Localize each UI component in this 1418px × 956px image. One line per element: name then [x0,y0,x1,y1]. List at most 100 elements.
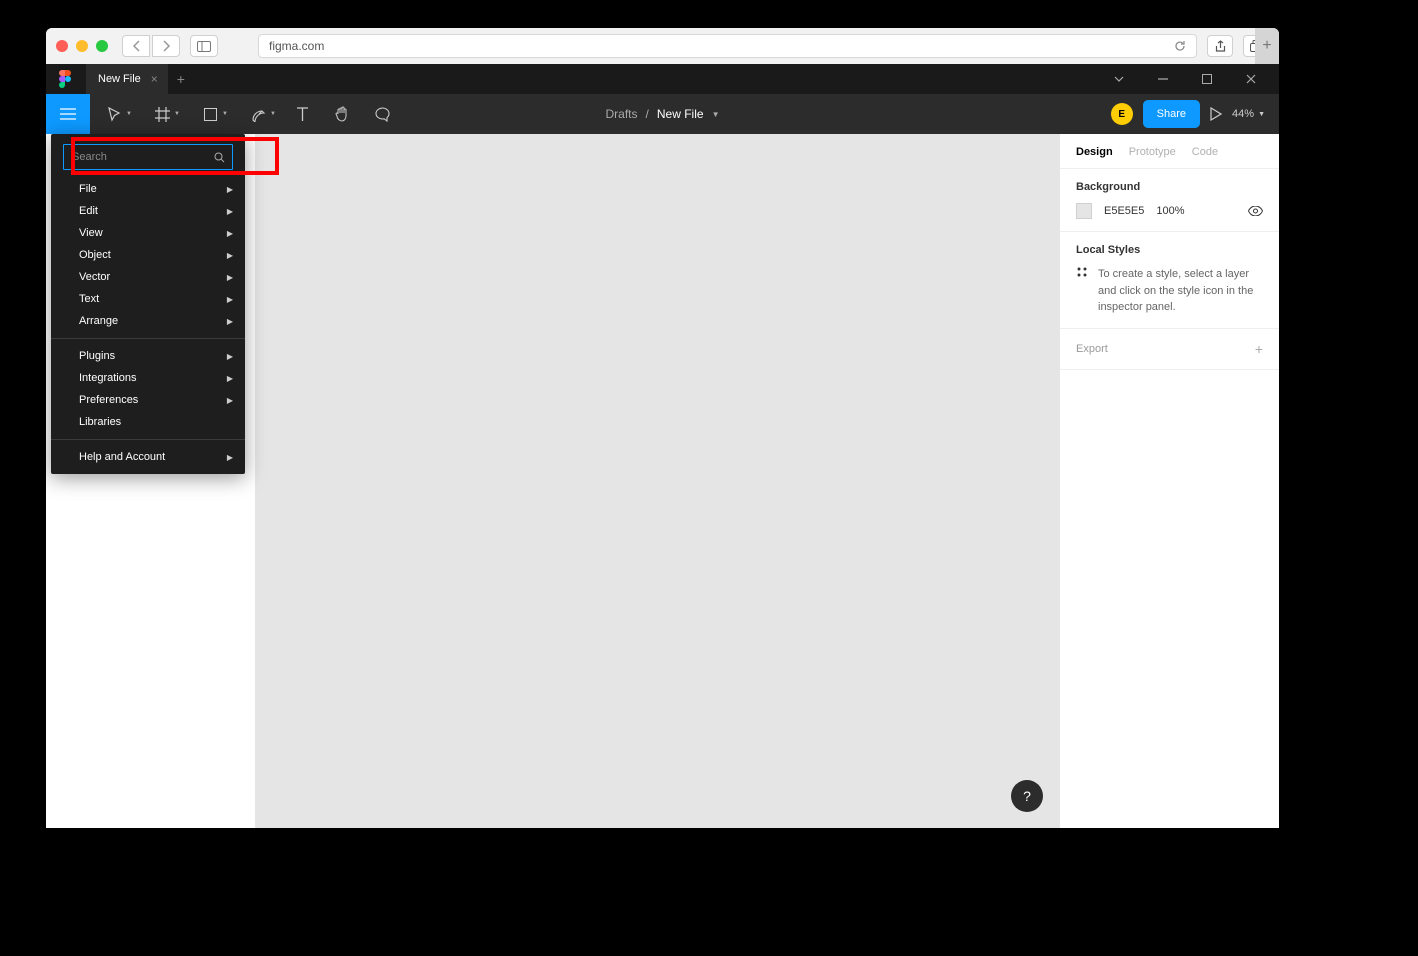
chevron-down-icon[interactable]: ▼ [712,110,720,119]
url-text: figma.com [269,39,324,53]
window-controls [1097,64,1273,94]
menu-help[interactable]: Help and Account▶ [51,446,245,468]
background-row: E5E5E5 100% [1076,203,1263,219]
add-tab-button[interactable]: + [168,64,194,94]
close-icon[interactable] [1229,64,1273,94]
right-panel: Design Prototype Code Background E5E5E5 … [1059,134,1279,828]
export-label: Export [1076,343,1108,355]
caret-icon: ▼ [174,111,180,117]
menu-plugins[interactable]: Plugins▶ [51,345,245,367]
chevron-right-icon: ▶ [227,453,233,462]
styles-icon [1076,266,1088,316]
forward-button[interactable] [152,35,180,57]
help-button[interactable]: ? [1011,780,1043,812]
menu-search[interactable] [63,144,233,170]
background-opacity[interactable]: 100% [1156,205,1184,217]
chevron-down-icon[interactable] [1097,64,1141,94]
chevron-down-icon: ▼ [1258,111,1265,118]
share-icon[interactable] [1207,35,1233,57]
menu-view[interactable]: View▶ [51,222,245,244]
right-panel-tabs: Design Prototype Code [1060,134,1279,169]
pen-tool[interactable]: ▼ [234,94,282,134]
text-tool[interactable] [282,94,322,134]
browser-window: figma.com + New File [46,28,1279,828]
breadcrumb[interactable]: Drafts / New File ▼ [606,107,720,121]
export-section: Export + [1060,329,1279,370]
tab-design[interactable]: Design [1076,146,1113,158]
menu-object[interactable]: Object▶ [51,244,245,266]
present-icon[interactable] [1210,107,1222,121]
maximize-icon[interactable] [1185,64,1229,94]
tab-label: New File [98,73,141,85]
tab-new-file[interactable]: New File × [86,64,168,94]
zoom-control[interactable]: 44% ▼ [1232,108,1265,120]
browser-chrome: figma.com + [46,28,1279,64]
menu-vector[interactable]: Vector▶ [51,266,245,288]
chevron-right-icon: ▶ [227,207,233,216]
caret-icon: ▼ [270,111,276,117]
tab-code[interactable]: Code [1192,146,1218,158]
menu-separator [51,338,245,339]
share-button[interactable]: Share [1143,100,1200,128]
chevron-right-icon: ▶ [227,295,233,304]
main-menu-dropdown: File▶ Edit▶ View▶ Object▶ Vector▶ Text▶ … [51,134,245,474]
chevron-right-icon: ▶ [227,185,233,194]
shape-tool[interactable]: ▼ [186,94,234,134]
background-hex[interactable]: E5E5E5 [1104,205,1144,217]
caret-icon: ▼ [126,111,132,117]
chevron-right-icon: ▶ [227,273,233,282]
minimize-icon[interactable] [1141,64,1185,94]
chevron-right-icon: ▶ [227,317,233,326]
url-bar[interactable]: figma.com [258,34,1197,58]
local-styles-section: Local Styles To create a style, select a… [1060,232,1279,329]
local-styles-title: Local Styles [1076,244,1263,256]
menu-separator [51,439,245,440]
avatar[interactable]: E [1111,103,1133,125]
comment-tool[interactable] [362,94,402,134]
visibility-icon[interactable] [1248,206,1263,216]
breadcrumb-separator: / [646,107,649,121]
menu-arrange[interactable]: Arrange▶ [51,310,245,332]
minimize-window-icon[interactable] [76,40,88,52]
hand-tool[interactable] [322,94,362,134]
sidebar-toggle-button[interactable] [190,35,218,57]
toolbar-right: E Share 44% ▼ [1111,100,1279,128]
maximize-window-icon[interactable] [96,40,108,52]
close-window-icon[interactable] [56,40,68,52]
back-button[interactable] [122,35,150,57]
figma-logo-icon[interactable] [56,70,74,88]
color-swatch[interactable] [1076,203,1092,219]
chevron-right-icon: ▶ [227,229,233,238]
nav-buttons [122,35,180,57]
caret-icon: ▼ [222,111,228,117]
menu-integrations[interactable]: Integrations▶ [51,367,245,389]
menu-libraries[interactable]: Libraries [51,411,245,433]
figma-tabbar: New File × + [46,64,1279,94]
menu-preferences[interactable]: Preferences▶ [51,389,245,411]
menu-file[interactable]: File▶ [51,178,245,200]
refresh-icon[interactable] [1174,40,1186,52]
figma-toolbar: ▼ ▼ ▼ ▼ Drafts / New File ▼ E [46,94,1279,134]
menu-text[interactable]: Text▶ [51,288,245,310]
add-export-button[interactable]: + [1255,341,1263,357]
canvas[interactable]: ? [256,134,1059,828]
chevron-right-icon: ▶ [227,251,233,260]
background-title: Background [1076,181,1263,193]
new-tab-button[interactable]: + [1255,28,1279,64]
menu-search-input[interactable] [72,151,214,163]
main-menu-button[interactable] [46,94,90,134]
figma-main: ? Design Prototype Code Background E5E5E… [46,134,1279,828]
move-tool[interactable]: ▼ [90,94,138,134]
breadcrumb-parent[interactable]: Drafts [606,107,638,121]
search-icon [214,152,225,163]
frame-tool[interactable]: ▼ [138,94,186,134]
chevron-right-icon: ▶ [227,396,233,405]
local-styles-hint: To create a style, select a layer and cl… [1076,266,1263,316]
tab-prototype[interactable]: Prototype [1129,146,1176,158]
chevron-right-icon: ▶ [227,374,233,383]
menu-edit[interactable]: Edit▶ [51,200,245,222]
traffic-lights [56,40,108,52]
close-tab-icon[interactable]: × [151,72,158,86]
background-section: Background E5E5E5 100% [1060,169,1279,232]
breadcrumb-current[interactable]: New File [657,107,704,121]
